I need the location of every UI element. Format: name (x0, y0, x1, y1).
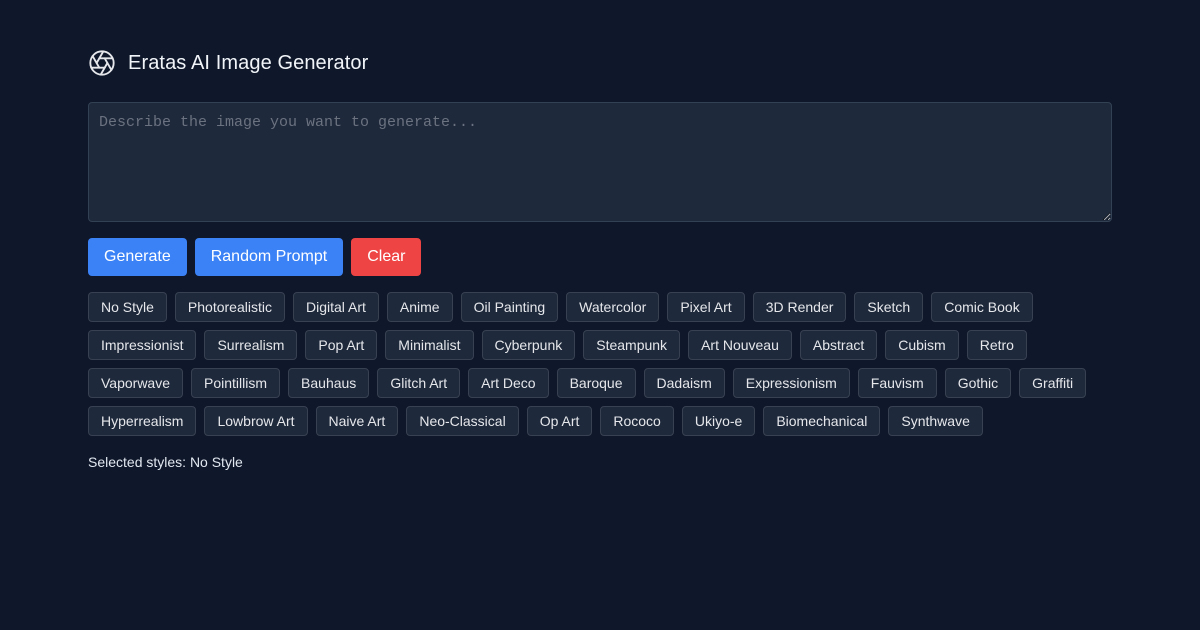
style-chip[interactable]: Sketch (854, 292, 924, 322)
style-chip[interactable]: Art Deco (468, 368, 549, 398)
style-chip[interactable]: Retro (966, 330, 1027, 360)
style-chip[interactable]: Neo-Classical (406, 406, 519, 436)
style-chip[interactable]: Surrealism (204, 330, 298, 360)
aperture-icon (88, 49, 116, 77)
selected-styles-label: Selected styles: No Style (88, 454, 243, 470)
style-chip[interactable]: Dadaism (643, 368, 725, 398)
style-chip[interactable]: Biomechanical (763, 406, 881, 436)
clear-button[interactable]: Clear (351, 238, 422, 276)
style-chip[interactable]: Photorealistic (174, 292, 285, 322)
style-chip[interactable]: Watercolor (566, 292, 660, 322)
action-bar: Generate Random Prompt Clear (88, 238, 1112, 276)
style-chip[interactable]: Bauhaus (288, 368, 370, 398)
page-title: Eratas AI Image Generator (128, 51, 369, 74)
style-chip[interactable]: Baroque (556, 368, 636, 398)
style-chip[interactable]: Ukiyo-e (681, 406, 756, 436)
style-chip[interactable]: No Style (88, 292, 167, 322)
app-container: Eratas AI Image Generator Generate Rando… (88, 46, 1112, 470)
style-chip[interactable]: Comic Book (931, 292, 1033, 322)
style-chip[interactable]: Lowbrow Art (204, 406, 308, 436)
style-chip[interactable]: Digital Art (292, 292, 379, 322)
style-chip[interactable]: Fauvism (857, 368, 937, 398)
random-prompt-button[interactable]: Random Prompt (194, 238, 344, 276)
style-chip[interactable]: Cyberpunk (481, 330, 576, 360)
style-chip[interactable]: Pointillism (191, 368, 281, 398)
style-chip[interactable]: Pop Art (305, 330, 378, 360)
style-chip[interactable]: Hyperrealism (88, 406, 197, 436)
style-chip[interactable]: Rococo (600, 406, 674, 436)
style-chip[interactable]: Glitch Art (377, 368, 461, 398)
style-chip[interactable]: Synthwave (888, 406, 983, 436)
style-chip[interactable]: Art Nouveau (688, 330, 792, 360)
style-chip[interactable]: Oil Painting (460, 292, 559, 322)
style-chip[interactable]: 3D Render (752, 292, 847, 322)
style-chip[interactable]: Pixel Art (667, 292, 745, 322)
style-chip[interactable]: Naive Art (315, 406, 399, 436)
style-chip[interactable]: Anime (386, 292, 453, 322)
style-chip[interactable]: Steampunk (583, 330, 681, 360)
generate-button[interactable]: Generate (88, 238, 187, 276)
style-chip[interactable]: Impressionist (88, 330, 197, 360)
style-chip[interactable]: Cubism (885, 330, 959, 360)
style-chip[interactable]: Minimalist (385, 330, 474, 360)
style-chip[interactable]: Vaporwave (88, 368, 184, 398)
style-chip[interactable]: Gothic (944, 368, 1012, 398)
style-chip[interactable]: Abstract (799, 330, 878, 360)
prompt-input[interactable] (88, 102, 1112, 222)
style-chip-list: No Style Photorealistic Digital Art Anime Oi… (88, 292, 1112, 436)
style-chip[interactable]: Op Art (526, 406, 593, 436)
style-chip[interactable]: Graffiti (1019, 368, 1087, 398)
style-chip[interactable]: Expressionism (732, 368, 850, 398)
header: Eratas AI Image Generator (88, 46, 1112, 80)
